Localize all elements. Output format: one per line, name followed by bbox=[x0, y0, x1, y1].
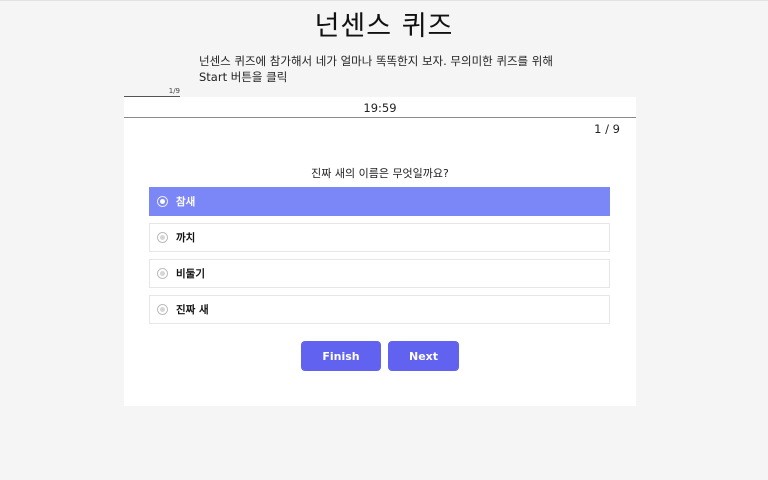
question-text: 진짜 새의 이름은 무엇일까요? bbox=[311, 167, 449, 180]
mini-progress-label: 1/9 bbox=[168, 87, 180, 95]
answer-option-4[interactable]: 진짜 새 bbox=[149, 295, 610, 324]
answer-option-3[interactable]: 비둘기 bbox=[149, 259, 610, 288]
answer-option-label: 비둘기 bbox=[176, 268, 205, 280]
quiz-card: 19:59 1 / 9 진짜 새의 이름은 무엇일까요? 참새 까치 비둘기 진… bbox=[124, 97, 636, 406]
quiz-actions: Finish Next bbox=[124, 341, 636, 371]
radio-dot bbox=[160, 199, 165, 204]
answer-option-label: 까치 bbox=[176, 232, 196, 244]
radio-dot bbox=[160, 271, 165, 276]
mini-progress: 1/9 bbox=[124, 87, 180, 97]
page-description: 넌센스 퀴즈에 참가해서 네가 얼마나 똑똑한지 보자. 무의미한 퀴즈를 위해… bbox=[199, 54, 553, 84]
question-counter: 1 / 9 bbox=[594, 122, 620, 136]
radio-icon[interactable] bbox=[157, 304, 168, 315]
radio-dot bbox=[160, 235, 165, 240]
answer-option-2[interactable]: 까치 bbox=[149, 223, 610, 252]
radio-icon[interactable] bbox=[157, 232, 168, 243]
top-divider bbox=[0, 0, 768, 1]
answer-option-1[interactable]: 참새 bbox=[149, 187, 610, 216]
timer: 19:59 bbox=[363, 101, 397, 115]
radio-icon[interactable] bbox=[157, 268, 168, 279]
finish-button[interactable]: Finish bbox=[301, 341, 381, 371]
radio-icon[interactable] bbox=[157, 196, 168, 207]
page-title: 넌센스 퀴즈 bbox=[314, 11, 454, 42]
answer-option-label: 참새 bbox=[176, 196, 196, 208]
radio-dot bbox=[160, 307, 165, 312]
answer-option-label: 진짜 새 bbox=[176, 304, 209, 316]
answer-options: 참새 까치 비둘기 진짜 새 bbox=[149, 187, 610, 331]
timer-divider bbox=[124, 117, 636, 118]
next-button[interactable]: Next bbox=[388, 341, 459, 371]
quiz-page: 넌센스 퀴즈 넌센스 퀴즈에 참가해서 네가 얼마나 똑똑한지 보자. 무의미한… bbox=[0, 0, 768, 480]
